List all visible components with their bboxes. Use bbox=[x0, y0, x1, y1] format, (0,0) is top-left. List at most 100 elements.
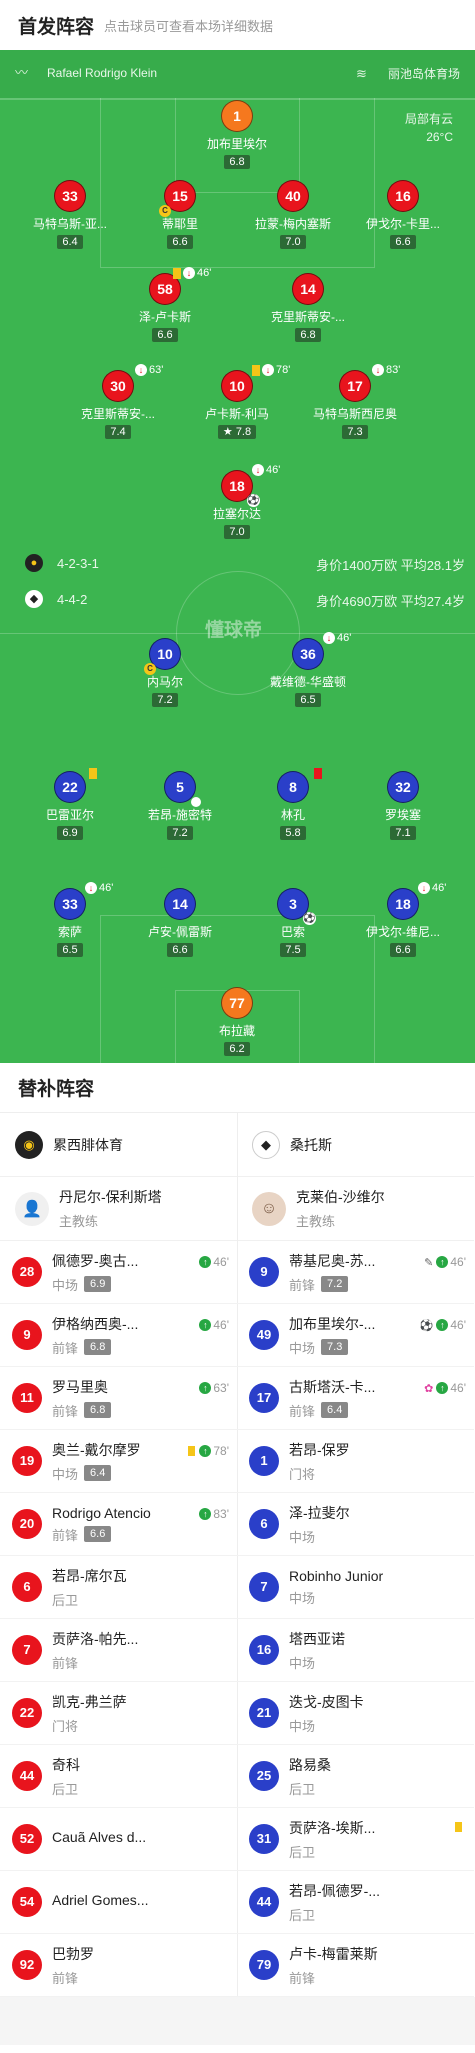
player-home-16[interactable]: 16 伊戈尔-卡里... 6.6 bbox=[348, 180, 458, 250]
sub-minute: 78' bbox=[213, 1444, 229, 1458]
sub-meta: 中场 bbox=[289, 1716, 364, 1735]
sub-number: 6 bbox=[249, 1509, 279, 1539]
player-name: 泽-卢卡斯 bbox=[139, 310, 191, 324]
player-home-10[interactable]: 10 ↓ 78' 卢卡斯-利马 ★ 7.8 bbox=[182, 364, 292, 440]
sub-player-row[interactable]: 22 凯克-弗兰萨 门将 bbox=[0, 1682, 237, 1745]
sub-position: 中场 bbox=[289, 1529, 316, 1545]
player-away-22[interactable]: 22 巴雷亚尔 6.9 bbox=[15, 768, 125, 841]
player-home-30[interactable]: 30 ↓ 63' 克里斯蒂安-... 7.4 bbox=[63, 364, 173, 440]
player-away-33[interactable]: 33 ↓ 46' 索萨 6.5 bbox=[15, 882, 125, 958]
player-rating: 6.6 bbox=[167, 235, 193, 249]
player-home-58[interactable]: 58 ↓ 46' 泽-卢卡斯 6.6 bbox=[110, 267, 220, 343]
player-away-14[interactable]: 14 卢安-佩雷斯 6.6 bbox=[125, 888, 235, 958]
sub-in-icon: ↑ bbox=[436, 1256, 449, 1268]
sub-player-row[interactable]: 20 Rodrigo Atencio 前锋 6.6 ↑ 83' bbox=[0, 1493, 237, 1556]
home-crest-icon: ● bbox=[25, 554, 43, 572]
player-rating: 7.0 bbox=[280, 235, 306, 249]
player-home-18[interactable]: 18 ⚽ ↓ 46' 拉塞尔达 7.0 bbox=[182, 464, 292, 540]
away-crest-icon: ◆ bbox=[25, 590, 43, 608]
player-home-1[interactable]: 1 加布里埃尔 6.8 bbox=[182, 100, 292, 170]
home-coach-row[interactable]: 👤 丹尼尔-保利斯塔 主教练 bbox=[0, 1177, 237, 1241]
player-rating: 6.4 bbox=[57, 235, 83, 249]
sub-player-row[interactable]: 16 塔西亚诺 中场 bbox=[237, 1619, 474, 1682]
player-name: 拉蒙-梅内塞斯 bbox=[255, 217, 331, 231]
sub-player-row[interactable]: 54 Adriel Gomes... bbox=[0, 1871, 237, 1934]
sub-position: 前锋 bbox=[289, 1970, 316, 1986]
away-coach-row[interactable]: ☺ 克莱伯-沙维尔 主教练 bbox=[237, 1177, 474, 1241]
player-number: 10 bbox=[221, 370, 253, 402]
own-goal-icon: ✿ bbox=[424, 1382, 434, 1395]
temperature-text: 26°C bbox=[426, 130, 453, 144]
sub-player-row[interactable]: 11 罗马里奥 前锋 6.8 ↑ 63' bbox=[0, 1367, 237, 1430]
player-away-36[interactable]: 36 ↓ 46' 戴维德-华盛顿 6.5 bbox=[253, 632, 363, 708]
sub-number: 19 bbox=[12, 1446, 42, 1476]
sub-minute: 46' bbox=[213, 1255, 229, 1269]
sub-player-row[interactable]: 79 卢卡-梅雷莱斯 前锋 bbox=[237, 1934, 474, 1997]
sub-player-row[interactable]: 21 迭戈-皮图卡 中场 bbox=[237, 1682, 474, 1745]
player-name: 马特乌斯-亚... bbox=[33, 217, 107, 231]
coach-role: 主教练 bbox=[296, 1214, 336, 1229]
yellow-card-icon bbox=[455, 1822, 462, 1832]
sub-event: ↑ 83' bbox=[199, 1507, 229, 1521]
player-rating: 7.0 bbox=[224, 525, 250, 539]
player-home-17[interactable]: 17 ↓ 83' 马特乌斯西尼奥 7.3 bbox=[300, 364, 410, 440]
sub-meta: 中场 bbox=[289, 1653, 345, 1672]
sub-player-row[interactable]: 44 奇科 后卫 bbox=[0, 1745, 237, 1808]
player-number: 5 bbox=[164, 771, 201, 807]
sub-player-row[interactable]: 19 奥兰-戴尔摩罗 中场 6.4 ↑ 78' bbox=[0, 1430, 237, 1493]
sub-player-row[interactable]: 17 古斯塔沃-卡... 前锋 6.4 ✿ ↑ 46' bbox=[237, 1367, 474, 1430]
home-formation: ● 4-2-3-1 bbox=[25, 554, 99, 572]
away-team-logo: ◆ bbox=[252, 1130, 280, 1159]
player-number: 15 C bbox=[159, 180, 196, 217]
player-number-text: 10 bbox=[157, 646, 173, 662]
away-value: 身价4690万欧 平均27.4岁 bbox=[316, 594, 465, 609]
sub-player-row[interactable]: 44 若昂-佩德罗-... 后卫 bbox=[237, 1871, 474, 1934]
page-footer bbox=[0, 1997, 475, 2045]
away-team-row[interactable]: ◆ 桑托斯 bbox=[237, 1113, 474, 1177]
player-home-15[interactable]: 15 C 蒂耶里 6.6 bbox=[125, 180, 235, 250]
sub-event: ✎ ↑ 46' bbox=[424, 1255, 466, 1269]
sub-player-row[interactable]: 6 若昂-席尔瓦 后卫 bbox=[0, 1556, 237, 1619]
sub-player-row[interactable]: 1 若昂-保罗 门将 bbox=[237, 1430, 474, 1493]
sub-player-row[interactable]: 28 佩德罗-奥古... 中场 6.9 ↑ 46' bbox=[0, 1241, 237, 1304]
sub-meta: 前锋 7.2 bbox=[289, 1275, 375, 1294]
player-away-8[interactable]: 8 林孔 5.8 bbox=[238, 768, 348, 841]
player-away-77[interactable]: 77 布拉藏 6.2 bbox=[182, 987, 292, 1057]
player-home-14[interactable]: 14 克里斯蒂安-... 6.8 bbox=[253, 273, 363, 343]
sub-player-row[interactable]: 92 巴勃罗 前锋 bbox=[0, 1934, 237, 1997]
player-away-10[interactable]: 10 C 内马尔 7.2 bbox=[110, 638, 220, 708]
sub-player-row[interactable]: 6 泽-拉斐尔 中场 bbox=[237, 1493, 474, 1556]
sub-name: Rodrigo Atencio bbox=[52, 1504, 151, 1521]
sub-meta: 后卫 bbox=[289, 1842, 375, 1861]
sub-in-icon: ↑ bbox=[436, 1319, 449, 1331]
sub-meta: 前锋 bbox=[52, 1653, 138, 1672]
sub-number: 20 bbox=[12, 1509, 42, 1539]
player-home-33[interactable]: 33 马特乌斯-亚... 6.4 bbox=[15, 180, 125, 250]
sub-name: 佩德罗-奥古... bbox=[52, 1252, 139, 1269]
sub-player-row[interactable]: 52 Cauã Alves d... bbox=[0, 1808, 237, 1871]
sub-player-row[interactable]: 31 贡萨洛-埃斯... 后卫 bbox=[237, 1808, 474, 1871]
sub-minute: 46' bbox=[213, 1318, 229, 1332]
captain-badge: C bbox=[144, 663, 156, 675]
yellow-card-icon bbox=[89, 768, 97, 779]
player-away-3[interactable]: 3 ⚽ 巴索 7.5 bbox=[238, 888, 348, 958]
player-number-text: 22 bbox=[62, 779, 78, 795]
sub-meta: 前锋 bbox=[52, 1968, 94, 1987]
player-away-32[interactable]: 32 罗埃塞 7.1 bbox=[348, 771, 458, 841]
home-team-row[interactable]: ◉ 累西腓体育 bbox=[0, 1113, 237, 1177]
sub-number: 28 bbox=[12, 1257, 42, 1287]
sub-player-row[interactable]: 9 伊格纳西奥-... 前锋 6.8 ↑ 46' bbox=[0, 1304, 237, 1367]
sub-player-row[interactable]: 7 Robinho Junior 中场 bbox=[237, 1556, 474, 1619]
player-home-40[interactable]: 40 拉蒙-梅内塞斯 7.0 bbox=[238, 180, 348, 250]
sub-player-row[interactable]: 25 路易桑 后卫 bbox=[237, 1745, 474, 1808]
player-away-18[interactable]: 18 ↓ 46' 伊戈尔-维尼... 6.6 bbox=[348, 882, 458, 958]
player-away-5[interactable]: 5 若昂-施密特 7.2 bbox=[125, 771, 235, 841]
player-number: 10 C bbox=[144, 638, 181, 675]
sub-rating: 6.6 bbox=[84, 1526, 112, 1542]
sub-event: ↑ 46' bbox=[199, 1318, 229, 1332]
sub-player-row[interactable]: 49 加布里埃尔-... 中场 7.3 ⚽ ↑ 46' bbox=[237, 1304, 474, 1367]
sub-player-row[interactable]: 9 蒂基尼奥-苏... 前锋 7.2 ✎ ↑ 46' bbox=[237, 1241, 474, 1304]
sub-event: ⚽ ↑ 46' bbox=[420, 1318, 466, 1332]
sub-player-row[interactable]: 7 贡萨洛-帕先... 前锋 bbox=[0, 1619, 237, 1682]
player-number: 33 bbox=[54, 180, 86, 212]
